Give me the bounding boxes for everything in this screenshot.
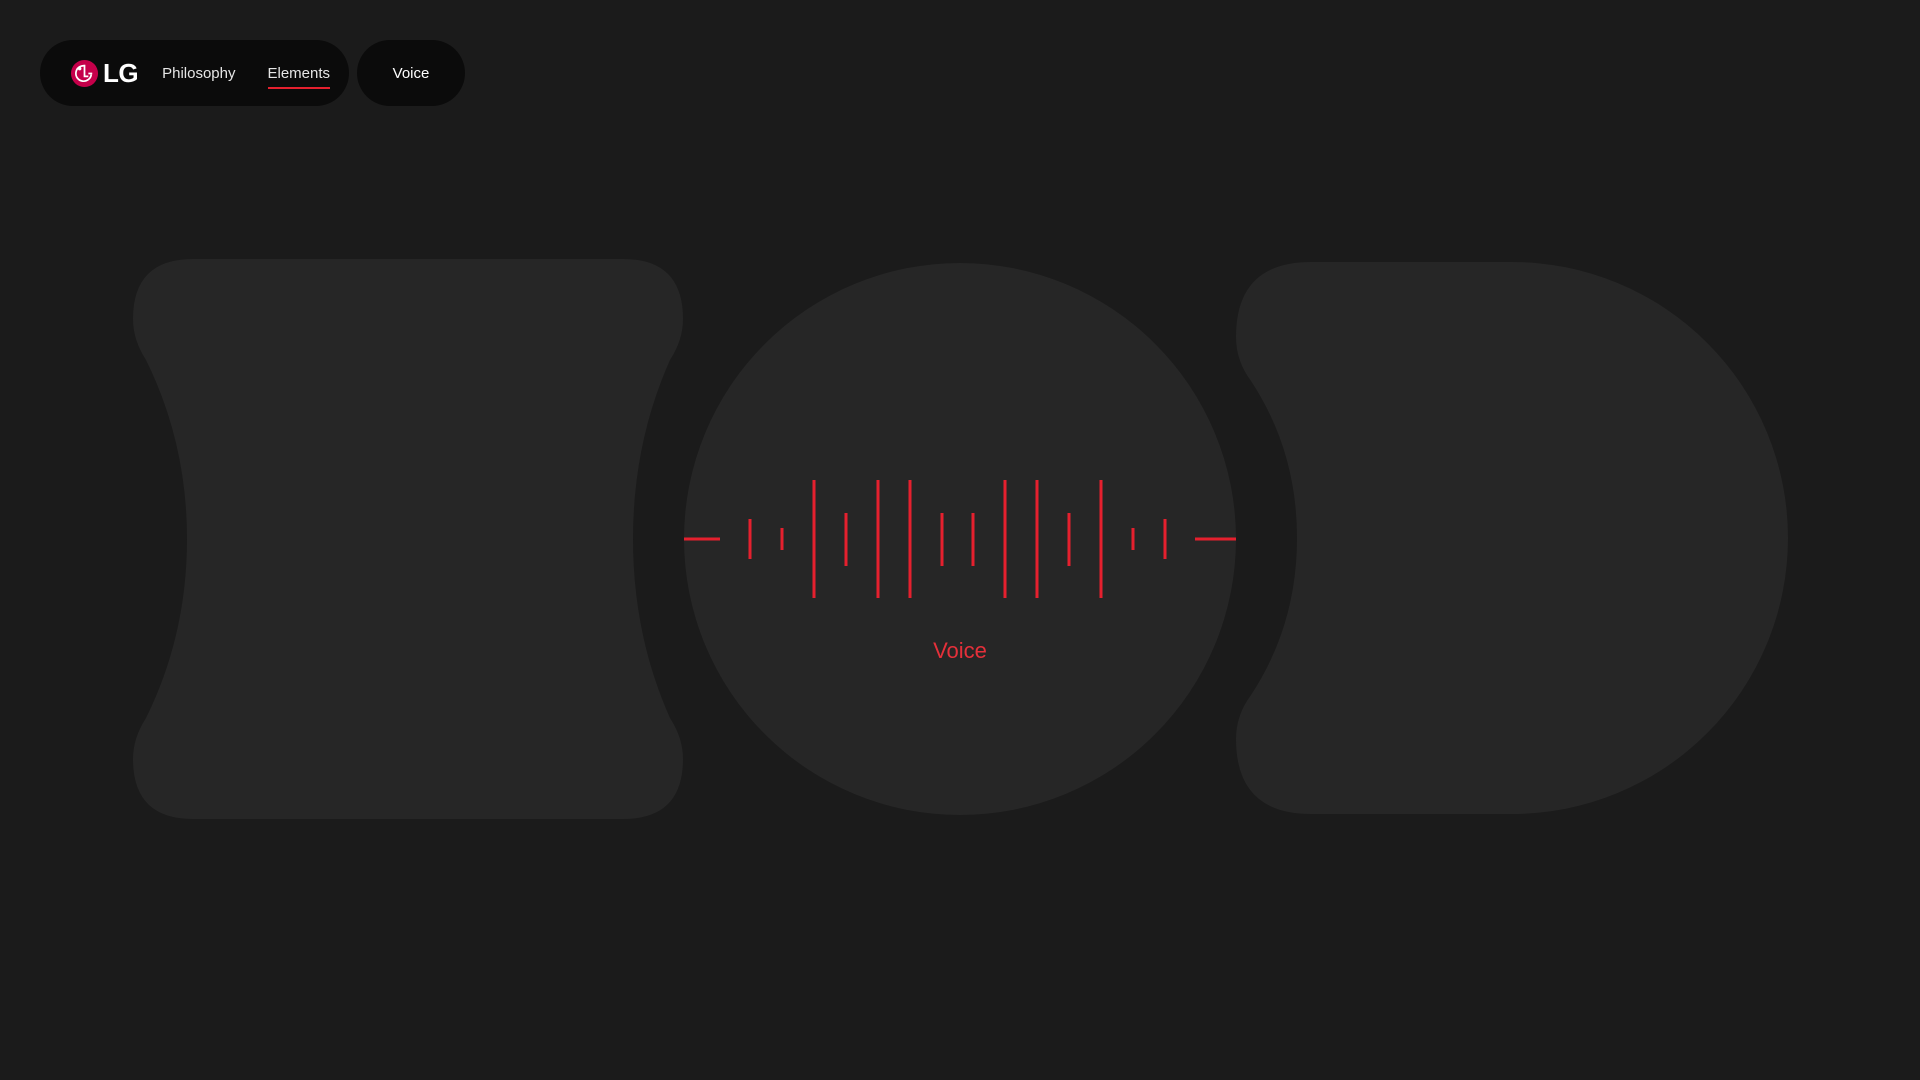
nav-link-philosophy[interactable]: Philosophy [162,66,235,81]
lg-face-logo-icon [70,59,99,87]
main-navigation: LG Philosophy Elements [40,40,349,106]
d-shape [1236,262,1788,814]
logo-text: LG [103,58,139,88]
concave-square-shape [133,259,683,819]
nav-link-elements[interactable]: Elements [267,66,330,89]
lg-logo[interactable]: LG [70,58,139,88]
voice-label: Voice [933,638,987,663]
voice-circle-shape [684,263,1236,815]
current-page-voice-button[interactable]: Voice [357,40,465,106]
hero-shapes [133,259,1788,819]
page: Voice LG Philosophy Elements Voice [0,0,1920,1080]
